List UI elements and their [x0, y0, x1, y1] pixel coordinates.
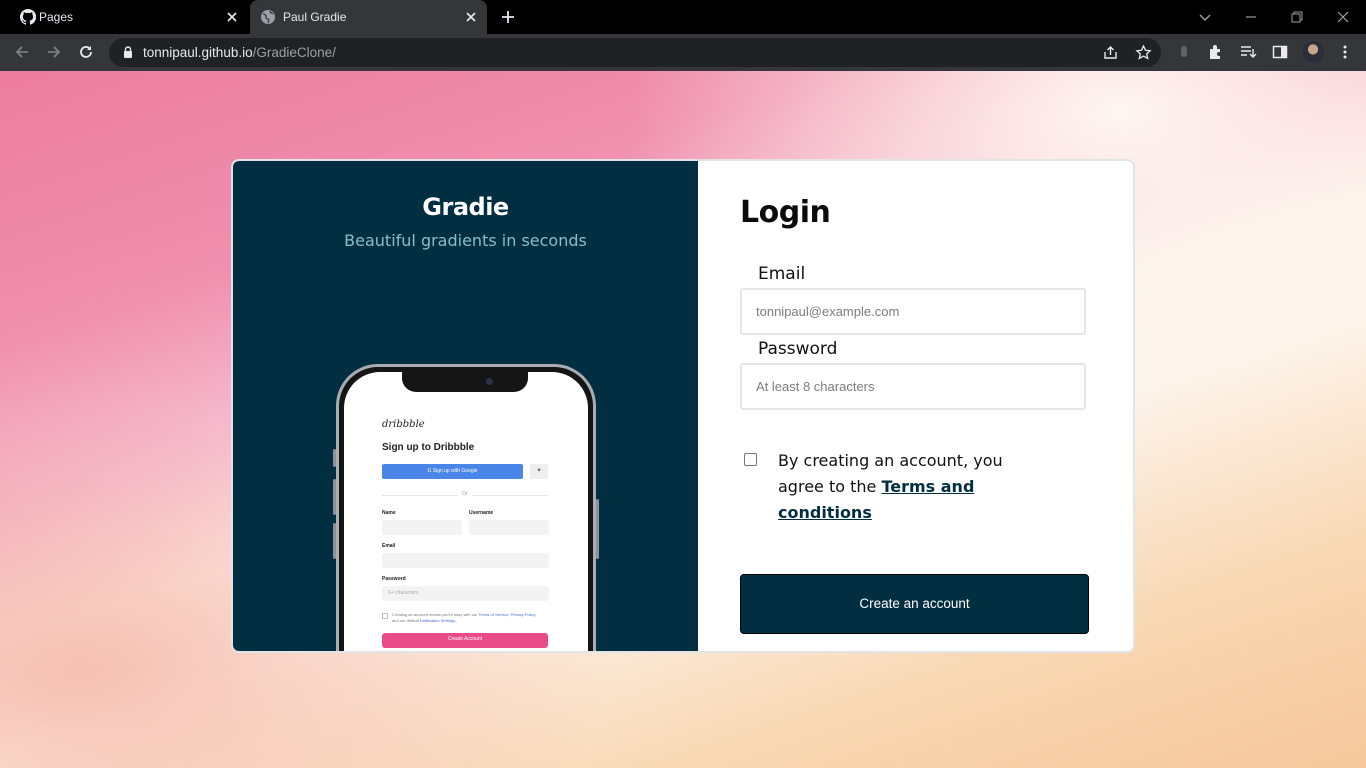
side-panel-icon[interactable]: [1271, 43, 1289, 61]
mockup-checkbox: [382, 613, 388, 619]
mockup-email-field: [382, 553, 549, 568]
phone-notch: [402, 372, 528, 392]
extension-mic-icon[interactable]: [1175, 43, 1193, 61]
mockup-username-field: [469, 520, 549, 535]
mockup-or: Or: [458, 491, 472, 497]
email-input[interactable]: [742, 290, 1084, 333]
login-card: Gradie Beautiful gradients in seconds dr…: [231, 159, 1135, 653]
password-label: Password: [758, 339, 838, 359]
profile-avatar[interactable]: [1302, 41, 1324, 63]
url-text: tonnipaul.github.io/GradieClone/: [143, 45, 336, 60]
reading-list-icon[interactable]: [1239, 43, 1257, 61]
tab-title: Paul Gradie: [283, 10, 347, 24]
tab-strip: Pages Paul Gradie: [0, 0, 1366, 34]
phone-mockup: dribbble Sign up to Dribbble G Sign up w…: [333, 364, 599, 651]
login-form: Login Email Password By creating an acco…: [698, 161, 1133, 651]
bookmark-star-icon[interactable]: [1135, 44, 1152, 61]
mockup-title: Sign up to Dribbble: [382, 442, 475, 453]
globe-icon: [261, 10, 275, 24]
email-label: Email: [758, 264, 806, 284]
back-icon[interactable]: [13, 43, 31, 61]
share-icon[interactable]: [1102, 44, 1119, 61]
terms-consent-text: By creating an account, you agree to the…: [778, 451, 1003, 522]
password-input[interactable]: [742, 365, 1084, 408]
close-icon[interactable]: [463, 9, 479, 25]
twitter-icon: ✦: [530, 464, 548, 479]
mockup-email-label: Email: [382, 543, 396, 549]
phone-screen: dribbble Sign up to Dribbble G Sign up w…: [344, 372, 588, 651]
login-title: Login: [740, 195, 831, 230]
mockup-name-field: [382, 520, 462, 535]
new-tab-icon[interactable]: [500, 9, 516, 25]
brand-tagline: Beautiful gradients in seconds: [344, 231, 587, 250]
restore-icon[interactable]: [1288, 8, 1306, 26]
mockup-google-button: G Sign up with Google: [382, 464, 523, 479]
minimize-icon[interactable]: [1242, 8, 1260, 26]
dribbble-logo: dribbble: [382, 419, 425, 430]
menu-dots-icon[interactable]: [1336, 43, 1354, 61]
mockup-name-label: Name: [382, 510, 396, 516]
hero-panel: Gradie Beautiful gradients in seconds dr…: [233, 161, 698, 651]
tab-search-icon[interactable]: [1196, 8, 1214, 26]
mockup-password-field: 6+ characters: [382, 586, 549, 601]
extensions-puzzle-icon[interactable]: [1207, 43, 1225, 61]
close-icon[interactable]: [224, 9, 240, 25]
forward-icon[interactable]: [45, 43, 63, 61]
create-account-button[interactable]: Create an account: [740, 574, 1089, 634]
password-field[interactable]: [740, 363, 1086, 410]
address-bar[interactable]: tonnipaul.github.io/GradieClone/: [109, 38, 1161, 67]
terms-checkbox[interactable]: [744, 453, 757, 466]
page-background: Gradie Beautiful gradients in seconds dr…: [0, 71, 1366, 768]
tab-paul-gradie[interactable]: Paul Gradie: [250, 0, 487, 34]
mockup-create-button: Create Account: [382, 633, 548, 648]
mockup-password-label: Password: [382, 576, 406, 582]
brand-title: Gradie: [422, 193, 509, 221]
reload-icon[interactable]: [77, 43, 95, 61]
mockup-username-label: Username: [469, 510, 494, 516]
tab-title: Pages: [39, 10, 74, 24]
lock-icon[interactable]: [121, 45, 135, 59]
browser-toolbar: tonnipaul.github.io/GradieClone/: [0, 34, 1366, 71]
github-icon: [20, 9, 36, 25]
mockup-terms: Creating an account means you're okay wi…: [392, 612, 537, 623]
tab-pages[interactable]: Pages: [0, 0, 248, 34]
close-window-icon[interactable]: [1334, 8, 1352, 26]
email-field[interactable]: [740, 288, 1086, 335]
